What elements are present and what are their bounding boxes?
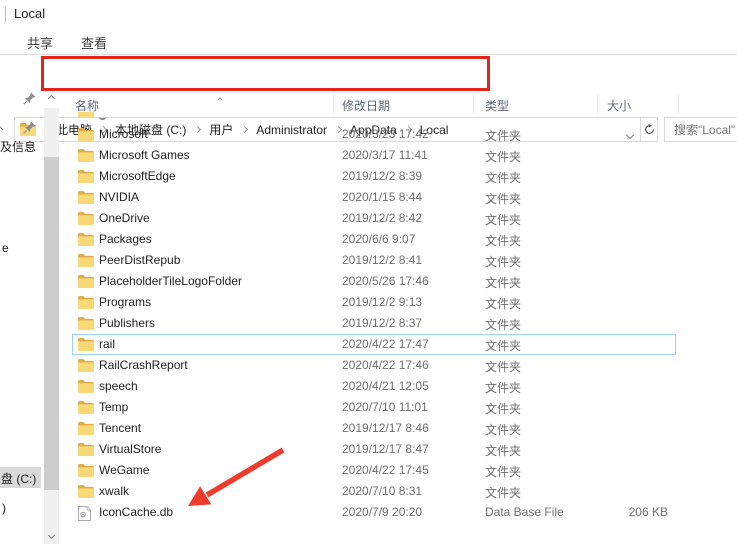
file-date: 2019/12/2 8:39	[342, 169, 422, 183]
file-name: xwalk	[99, 484, 129, 498]
file-name: Temp	[99, 400, 128, 414]
file-type: 文件夹	[485, 127, 521, 144]
file-date: 2020/6/6 9:07	[342, 232, 415, 246]
folder-icon	[78, 296, 94, 309]
file-type: 文件夹	[485, 274, 521, 291]
file-type: 文件夹	[485, 211, 521, 228]
file-name: Tencent	[99, 421, 141, 435]
file-name: MicrosoftEdge	[99, 169, 176, 183]
file-row[interactable]: Packages 2020/6/6 9:07 文件夹	[72, 229, 676, 250]
file-name: VirtualStore	[99, 442, 161, 456]
file-type: 文件夹	[485, 442, 521, 459]
folder-icon	[78, 317, 94, 330]
file-date: 2019/12/17 8:47	[342, 442, 429, 456]
file-date: 2020/5/26 17:46	[342, 274, 429, 288]
file-type: Data Base File	[485, 505, 564, 519]
file-name: Packages	[99, 232, 152, 246]
file-date: 2020/7/10 8:31	[342, 484, 422, 498]
file-row[interactable]: OneDrive 2019/12/2 8:42 文件夹	[72, 208, 676, 229]
file-name: NVIDIA	[99, 190, 139, 204]
file-date: 2019/12/2 8:37	[342, 316, 422, 330]
file-date: 2020/4/22 17:46	[342, 358, 429, 372]
file-date: 2020/3/17 11:41	[342, 148, 428, 162]
folder-icon	[78, 443, 94, 456]
file-type: 文件夹	[485, 295, 521, 312]
folder-icon	[78, 212, 94, 225]
file-list: Microsoft2020/3/23 17:42文件夹Microsoft Gam…	[0, 0, 737, 546]
file-row[interactable]: PlaceholderTileLogoFolder 2020/5/26 17:46…	[72, 271, 676, 292]
file-row[interactable]: rail 2020/4/22 17:47 文件夹	[72, 334, 676, 355]
file-name: Publishers	[99, 316, 155, 330]
file-name: WeGame	[99, 463, 149, 477]
file-row[interactable]: MicrosoftEdge 2019/12/2 8:39 文件夹	[72, 166, 676, 187]
folder-icon	[78, 380, 94, 393]
db-file-icon	[78, 506, 94, 519]
file-date: 2019/12/17 8:46	[342, 421, 429, 435]
file-row[interactable]: Temp 2020/7/10 11:01 文件夹	[72, 397, 676, 418]
file-type: 文件夹	[485, 463, 521, 480]
file-row[interactable]: Microsoft Games 2020/3/17 11:41 文件夹	[72, 145, 676, 166]
folder-icon	[78, 338, 94, 351]
file-name: OneDrive	[99, 211, 150, 225]
folder-icon	[78, 401, 94, 414]
file-row[interactable]: RailCrashReport 2020/4/22 17:46 文件夹	[72, 355, 676, 376]
file-date: 2020/4/21 12:05	[342, 379, 429, 393]
file-type: 文件夹	[485, 358, 521, 375]
folder-icon	[78, 422, 94, 435]
folder-icon	[78, 254, 94, 267]
folder-icon	[78, 359, 94, 372]
file-date: 2019/12/2 8:41	[342, 253, 422, 267]
file-name: Microsoft	[99, 127, 148, 141]
file-type: 文件夹	[485, 379, 521, 396]
file-row[interactable]: VirtualStore 2019/12/17 8:47 文件夹	[72, 439, 676, 460]
file-row[interactable]: PeerDistRepub 2019/12/2 8:41 文件夹	[72, 250, 676, 271]
file-type: 文件夹	[485, 253, 521, 270]
file-row[interactable]: Tencent 2019/12/17 8:46 文件夹	[72, 418, 676, 439]
file-name: PlaceholderTileLogoFolder	[99, 274, 242, 288]
folder-icon	[78, 128, 94, 141]
file-name: PeerDistRepub	[99, 253, 180, 267]
folder-icon	[78, 191, 94, 204]
file-name: rail	[99, 337, 115, 351]
file-date: 2020/3/23 17:42	[342, 127, 429, 141]
file-type: 文件夹	[485, 232, 521, 249]
folder-icon	[78, 170, 94, 183]
file-date: 2020/4/22 17:45	[342, 463, 429, 477]
file-size: 206 KB	[629, 505, 668, 519]
file-name: Programs	[99, 295, 151, 309]
file-date: 2019/12/2 9:13	[342, 295, 422, 309]
file-date: 2020/4/22 17:47	[342, 337, 429, 351]
file-type: 文件夹	[485, 316, 521, 333]
file-name: Microsoft Games	[99, 148, 190, 162]
file-type: 文件夹	[485, 148, 521, 165]
folder-icon	[78, 485, 94, 498]
file-date: 2019/12/2 8:42	[342, 211, 422, 225]
folder-icon	[78, 149, 94, 162]
file-date: 2020/7/10 11:01	[342, 400, 428, 414]
file-type: 文件夹	[485, 337, 521, 354]
file-row[interactable]: WeGame 2020/4/22 17:45 文件夹	[72, 460, 676, 481]
file-row[interactable]: xwalk 2020/7/10 8:31 文件夹	[72, 481, 676, 502]
file-name: IconCache.db	[99, 505, 173, 519]
file-type: 文件夹	[485, 169, 521, 186]
file-name: RailCrashReport	[99, 358, 188, 372]
file-row[interactable]: Publishers 2019/12/2 8:37 文件夹	[72, 313, 676, 334]
file-type: 文件夹	[485, 190, 521, 207]
file-type: 文件夹	[485, 400, 521, 417]
file-row[interactable]: IconCache.db 2020/7/9 20:20 Data Base File…	[72, 502, 676, 523]
file-row[interactable]: Microsoft 2020/3/23 17:42 文件夹	[72, 124, 676, 145]
folder-icon	[78, 275, 94, 288]
folder-icon	[78, 233, 94, 246]
file-name: speech	[99, 379, 138, 393]
file-row[interactable]: Programs 2019/12/2 9:13 文件夹	[72, 292, 676, 313]
file-type: 文件夹	[485, 484, 521, 501]
file-date: 2020/1/15 8:44	[342, 190, 422, 204]
file-date: 2020/7/9 20:20	[342, 505, 422, 519]
file-row[interactable]: NVIDIA 2020/1/15 8:44 文件夹	[72, 187, 676, 208]
file-row[interactable]: speech 2020/4/21 12:05 文件夹	[72, 376, 676, 397]
folder-icon	[78, 464, 94, 477]
file-type: 文件夹	[485, 421, 521, 438]
